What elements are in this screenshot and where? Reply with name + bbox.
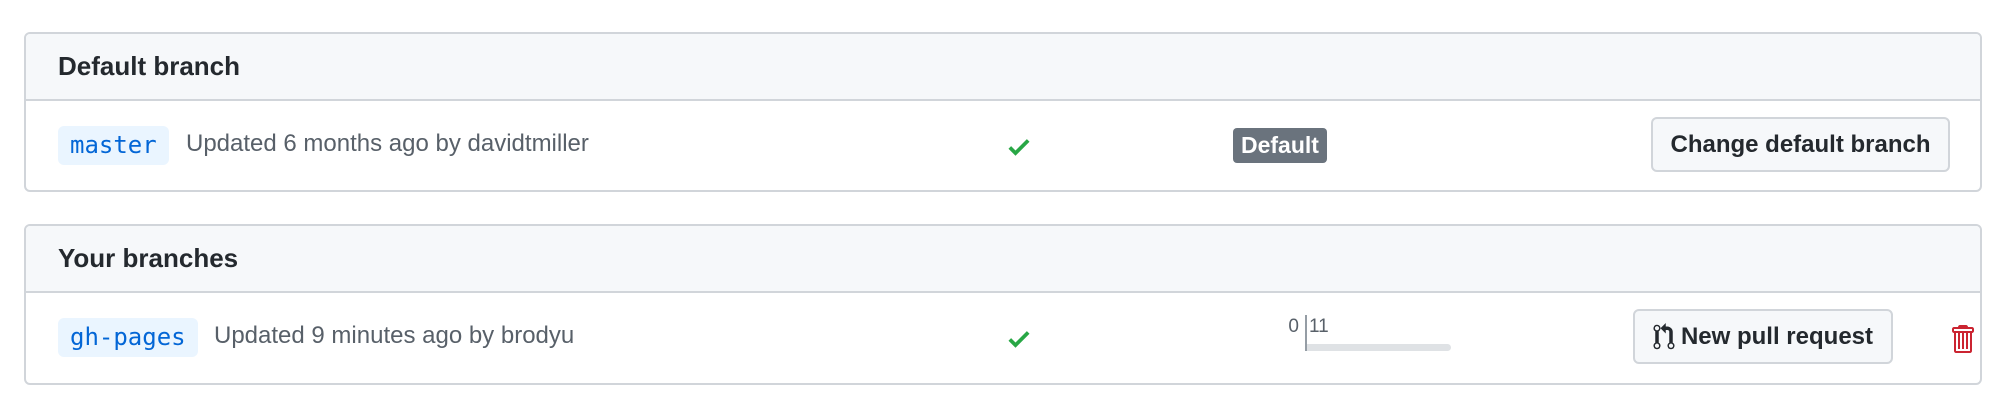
branch-row-gh-pages: gh-pages Updated 9 minutes ago by brodyu… xyxy=(26,293,1980,382)
trash-icon[interactable] xyxy=(1948,323,1976,355)
branch-name-link[interactable]: master xyxy=(58,126,169,165)
ahead-count: 11 xyxy=(1309,316,1329,337)
default-badge: Default xyxy=(1233,128,1327,163)
check-icon xyxy=(1008,139,1030,156)
default-branch-header: Default branch xyxy=(26,34,1980,101)
your-branches-header: Your branches xyxy=(26,226,1980,293)
default-branch-box: Default branch master Updated 6 months a… xyxy=(24,32,1982,192)
branch-updated-text: Updated 9 minutes ago by brodyu xyxy=(214,322,575,349)
new-pull-request-button[interactable]: New pull request xyxy=(1633,309,1893,364)
your-branches-title: Your branches xyxy=(58,243,239,273)
change-default-branch-button[interactable]: Change default branch xyxy=(1651,117,1950,172)
behind-count: 0 xyxy=(1288,316,1299,337)
check-icon xyxy=(1008,331,1030,348)
git-pull-request-icon xyxy=(1653,322,1675,349)
ahead-bar xyxy=(1307,344,1451,351)
branch-row-master: master Updated 6 months ago by davidtmil… xyxy=(26,101,1980,190)
new-pull-request-label: New pull request xyxy=(1680,322,1874,350)
branch-name-link[interactable]: gh-pages xyxy=(58,318,198,357)
default-branch-title: Default branch xyxy=(58,51,241,81)
branch-updated-text: Updated 6 months ago by davidtmiller xyxy=(186,130,589,157)
your-branches-box: Your branches gh-pages Updated 9 minutes… xyxy=(24,224,1982,385)
